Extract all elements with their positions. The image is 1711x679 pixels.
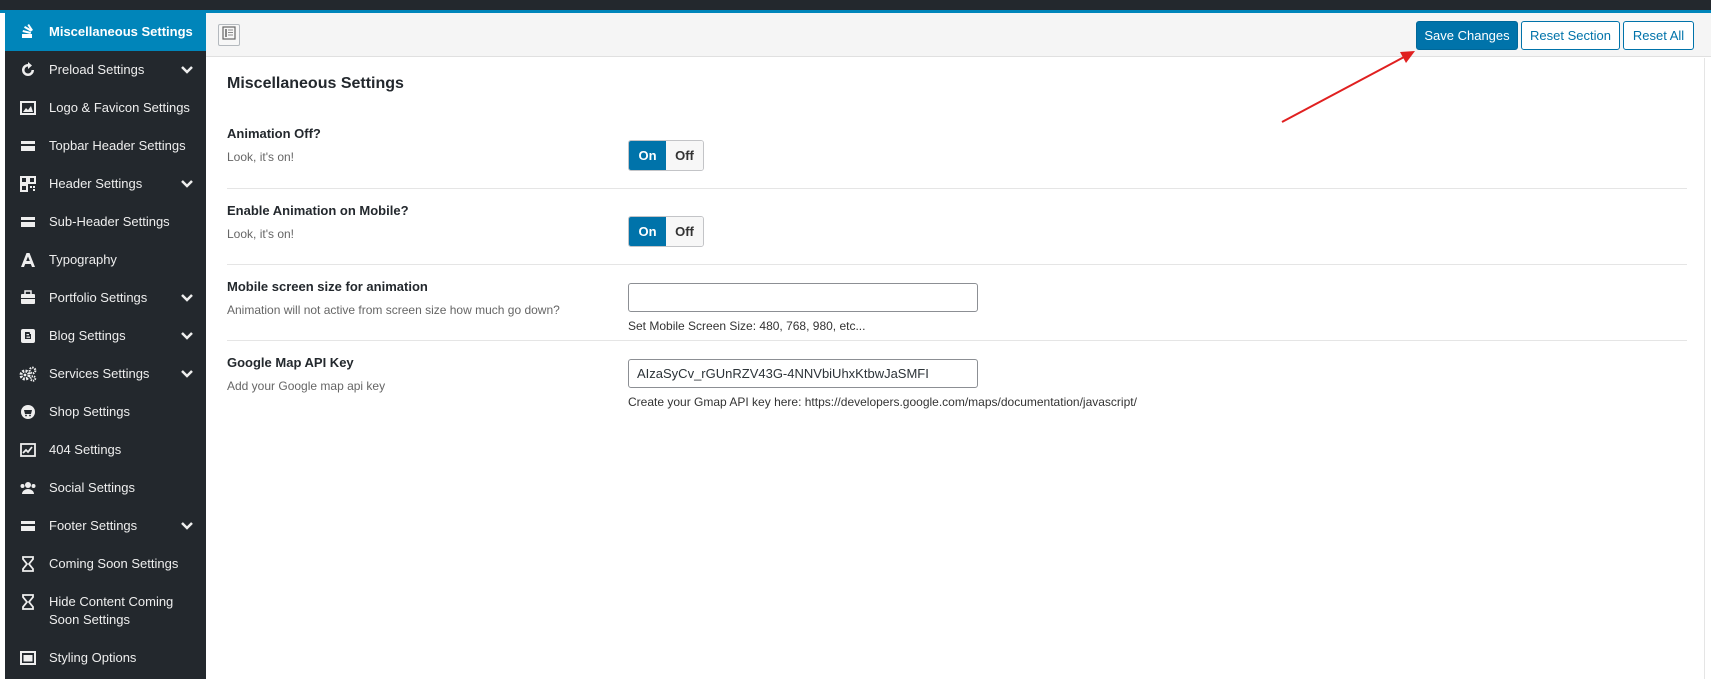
chevron-down-icon[interactable] <box>180 63 194 77</box>
sidebar-item-blog[interactable]: Blog Settings <box>5 317 206 355</box>
sidebar-item-label: Hide Content Coming Soon Settings <box>49 594 174 627</box>
refresh-icon <box>19 61 37 79</box>
sidebar-item-styling-options[interactable]: Styling Options <box>5 639 206 677</box>
sidebar-item-label: Miscellaneous Settings <box>49 24 193 39</box>
sidebar-item-label: Header Settings <box>49 176 143 191</box>
sidebar-item-label: Coming Soon Settings <box>49 556 179 571</box>
settings-sidebar: Miscellaneous Settings Preload Settings … <box>5 13 206 679</box>
sidebar-item-typography[interactable]: Typography <box>5 241 206 279</box>
field-title: Google Map API Key <box>227 355 354 370</box>
google-map-api-key-field: Google Map API Key Add your Google map a… <box>227 341 1687 421</box>
sidebar-item-portfolio[interactable]: Portfolio Settings <box>5 279 206 317</box>
sidebar-item-label: Services Settings <box>49 366 150 381</box>
shop-icon <box>19 403 37 421</box>
chevron-down-icon[interactable] <box>180 291 194 305</box>
sidebar-item-topbar-header[interactable]: Topbar Header Settings <box>5 127 206 165</box>
sidebar-item-label: Sub-Header Settings <box>49 214 170 229</box>
sidebar-item-label: Footer Settings <box>49 518 138 533</box>
mobile-screen-size-field: Mobile screen size for animation Animati… <box>227 265 1687 341</box>
reset-all-button[interactable]: Reset All <box>1623 21 1694 50</box>
scrollbar-track[interactable] <box>1704 58 1711 679</box>
sidebar-item-logo-favicon[interactable]: Logo & Favicon Settings <box>5 89 206 127</box>
sidebar-item-hide-content-coming-soon[interactable]: Hide Content Coming Soon Settings <box>5 583 206 639</box>
switch-on-option[interactable]: On <box>629 141 666 170</box>
sidebar-item-coming-soon[interactable]: Coming Soon Settings <box>5 545 206 583</box>
sidebar-item-label: Portfolio Settings <box>49 290 148 305</box>
google-map-api-key-input[interactable]: AIzaSyCv_rGUnRZV43G-4NNVbiUhxKtbwJaSMFI <box>628 359 978 388</box>
sidebar-item-label: Styling Options <box>49 650 137 665</box>
sidebar-item-footer[interactable]: Footer Settings <box>5 507 206 545</box>
sidebar-item-label: Topbar Header Settings <box>49 138 186 153</box>
chevron-down-icon[interactable] <box>180 519 194 533</box>
sidebar-item-label: Shop Settings <box>49 404 130 419</box>
animation-off-switch[interactable]: On Off <box>628 140 704 171</box>
sidebar-item-social[interactable]: Social Settings <box>5 469 206 507</box>
admin-top-bar <box>0 0 1711 10</box>
window-icon <box>19 649 37 667</box>
switch-off-option[interactable]: Off <box>666 141 703 170</box>
sidebar-item-preload[interactable]: Preload Settings <box>5 51 206 89</box>
animation-mobile-switch[interactable]: On Off <box>628 216 704 247</box>
chevron-down-icon[interactable] <box>180 177 194 191</box>
mobile-screen-size-input[interactable] <box>628 283 978 312</box>
sidebar-item-services[interactable]: Services Settings <box>5 355 206 393</box>
area-chart-icon <box>19 441 37 459</box>
field-hint: Create your Gmap API key here: https://d… <box>628 395 1137 409</box>
sidebar-item-404[interactable]: 404 Settings <box>5 431 206 469</box>
field-description: Look, it's on! <box>227 227 294 241</box>
field-description: Look, it's on! <box>227 150 294 164</box>
font-icon <box>19 251 37 269</box>
credit-card-icon <box>19 137 37 155</box>
sidebar-item-header[interactable]: Header Settings <box>5 165 206 203</box>
credit-card-icon <box>19 517 37 535</box>
section-title: Miscellaneous Settings <box>227 75 404 92</box>
save-changes-button[interactable]: Save Changes <box>1416 21 1518 50</box>
qrcode-icon <box>19 175 37 193</box>
chevron-down-icon[interactable] <box>180 329 194 343</box>
blogger-icon <box>19 327 37 345</box>
credit-card-icon <box>19 213 37 231</box>
field-title: Animation Off? <box>227 126 321 141</box>
settings-main-panel: Save Changes Reset Section Reset All Mis… <box>206 13 1711 679</box>
hourglass-icon <box>19 593 37 611</box>
animation-off-field: Animation Off? Look, it's on! On Off <box>227 113 1687 189</box>
image-icon <box>19 99 37 117</box>
sidebar-item-label: Preload Settings <box>49 62 145 77</box>
expand-options-button[interactable] <box>218 24 240 46</box>
briefcase-icon <box>19 289 37 307</box>
field-title: Enable Animation on Mobile? <box>227 203 409 218</box>
hourglass-icon <box>19 555 37 573</box>
switch-on-option[interactable]: On <box>629 217 666 246</box>
list-layout-icon <box>222 25 236 45</box>
switch-off-option[interactable]: Off <box>666 217 703 246</box>
field-description: Animation will not active from screen si… <box>227 303 560 317</box>
field-description: Add your Google map api key <box>227 379 386 393</box>
sidebar-item-shop[interactable]: Shop Settings <box>5 393 206 431</box>
reset-section-button[interactable]: Reset Section <box>1521 21 1620 50</box>
users-icon <box>19 479 37 497</box>
sidebar-item-sub-header[interactable]: Sub-Header Settings <box>5 203 206 241</box>
stackexchange-icon <box>19 23 37 41</box>
sidebar-item-miscellaneous[interactable]: Miscellaneous Settings <box>5 13 206 51</box>
field-title: Mobile screen size for animation <box>227 279 428 294</box>
sidebar-item-label: Typography <box>49 252 117 267</box>
sidebar-item-label: Social Settings <box>49 480 135 495</box>
chevron-down-icon[interactable] <box>180 367 194 381</box>
sidebar-item-label: Blog Settings <box>49 328 126 343</box>
options-toolbar: Save Changes Reset Section Reset All <box>206 13 1711 57</box>
animation-mobile-field: Enable Animation on Mobile? Look, it's o… <box>227 189 1687 265</box>
sidebar-item-label: Logo & Favicon Settings <box>49 100 190 115</box>
field-hint: Set Mobile Screen Size: 480, 768, 980, e… <box>628 319 866 333</box>
cogs-icon <box>19 365 37 383</box>
sidebar-item-label: 404 Settings <box>49 442 122 457</box>
